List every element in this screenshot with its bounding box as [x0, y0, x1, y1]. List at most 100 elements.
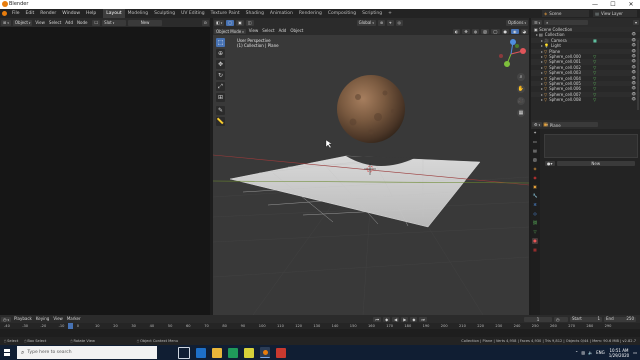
select-extend-icon[interactable]: ▣	[236, 19, 244, 26]
menu-render[interactable]: Render	[37, 9, 59, 18]
file-explorer-icon[interactable]	[212, 347, 222, 358]
material-slot-list[interactable]	[544, 134, 638, 158]
select-subtract-icon[interactable]: ◫	[245, 19, 254, 26]
scale-tool-icon[interactable]: ⤢	[216, 82, 225, 91]
visibility-eye-icon[interactable]: 👁	[631, 97, 636, 102]
constraints-tab-icon[interactable]: ⛓	[532, 220, 538, 226]
viewport-editor-type-button[interactable]: ◧	[214, 19, 225, 26]
node-menu-view[interactable]: View	[33, 18, 47, 27]
output-tab-icon[interactable]: ▤	[532, 148, 538, 154]
rotate-tool-icon[interactable]: ↻	[216, 71, 225, 80]
workspace-tab-rendering[interactable]: Rendering	[296, 9, 325, 18]
tool-tab-icon[interactable]: ✦	[532, 130, 538, 136]
windows-start-icon[interactable]	[0, 345, 14, 360]
timeline-editor-type[interactable]: ◷	[1, 316, 12, 322]
object-tab-icon[interactable]: ▣	[532, 184, 538, 190]
workspace-tab-shading[interactable]: Shading	[243, 9, 267, 18]
measure-tool-icon[interactable]: 📏	[216, 117, 225, 126]
workspace-tab-texture-paint[interactable]: Texture Paint	[208, 9, 243, 18]
outliner-row[interactable]: ▸ ▽ Sphere_cell.008 ▽ 👁	[531, 97, 640, 102]
proportional-edit-icon[interactable]: ◎	[395, 19, 404, 26]
render-tab-icon[interactable]: ▭	[532, 139, 538, 145]
notifications-icon[interactable]: ▭	[633, 350, 637, 355]
shader-editor-area[interactable]	[0, 27, 210, 315]
pan-hand-icon[interactable]: ✋	[517, 85, 525, 93]
outliner-search-input[interactable]: ⌕	[544, 20, 589, 25]
sticky-notes-icon[interactable]	[244, 347, 254, 358]
new-material-props-button[interactable]: New	[556, 160, 635, 166]
editor-type-button[interactable]: ⊞	[1, 19, 11, 26]
current-frame-field[interactable]: 1	[524, 316, 552, 322]
timeline-menu-view[interactable]: View	[51, 315, 65, 323]
timeline-menu-marker[interactable]: Marker	[65, 315, 83, 323]
clock[interactable]: 10:51 AM 1/29/2020	[609, 348, 630, 358]
menu-edit[interactable]: Edit	[23, 9, 38, 18]
use-nodes-checkbox[interactable]: ☐	[92, 19, 101, 26]
workspace-tab-modeling[interactable]: Modeling	[125, 9, 151, 18]
close-window-button[interactable]: ✕	[622, 0, 640, 9]
texture-tab-icon[interactable]: ▦	[532, 247, 538, 253]
outliner-editor-type[interactable]: ☰	[532, 20, 543, 25]
zoom-icon[interactable]: ⌕	[517, 73, 525, 81]
workspace-tab-compositing[interactable]: Compositing	[325, 9, 359, 18]
taskbar-search-box[interactable]: ⌕ Type here to search	[17, 346, 157, 359]
workspace-tab-animation[interactable]: Animation	[267, 9, 296, 18]
tray-chevron-icon[interactable]: ⌃	[575, 350, 578, 355]
powerpoint-icon[interactable]	[276, 347, 286, 358]
menu-file[interactable]: File	[9, 9, 23, 18]
menu-help[interactable]: Help	[83, 9, 99, 18]
prev-keyframe-icon[interactable]: ◆	[383, 316, 391, 322]
expand-arrow-icon[interactable]: ▸	[541, 97, 543, 102]
timeline-tracks[interactable]	[0, 329, 640, 337]
jump-start-icon[interactable]: ⏮	[373, 316, 382, 322]
view-layer-selector[interactable]: ▤ View Layer	[593, 10, 637, 17]
navigation-gizmo[interactable]	[496, 39, 526, 69]
pivot-icon[interactable]: ⊛	[377, 19, 386, 26]
snap-icon[interactable]: ⌖	[387, 19, 394, 26]
language-icon[interactable]: ENG	[596, 350, 605, 355]
node-menu-select[interactable]: Select	[47, 18, 63, 27]
browse-material-icon[interactable]: ●▾	[545, 160, 555, 166]
add-workspace-button[interactable]: +	[385, 9, 395, 18]
filter-icon[interactable]: ▾	[632, 20, 639, 25]
workspace-tab-sculpting[interactable]: Sculpting	[151, 9, 178, 18]
preview-range-icon[interactable]: ◷	[554, 316, 568, 322]
3d-viewport[interactable]: Object Mode ViewSelectAddObject ◐ ✥ ◍ ▧ …	[213, 27, 529, 315]
outliner-scrollbar[interactable]	[637, 40, 639, 110]
network-icon[interactable]: ▥	[581, 350, 585, 355]
timeline-menu-keying[interactable]: Keying	[34, 315, 51, 323]
next-keyframe-icon[interactable]: ◆	[410, 316, 418, 322]
excel-icon[interactable]	[228, 347, 238, 358]
jump-end-icon[interactable]: ⏭	[419, 316, 427, 322]
end-frame-field[interactable]: End 250	[604, 316, 636, 322]
select-mode-icon[interactable]: ▢	[226, 19, 235, 26]
camera-view-icon[interactable]: 🎥	[517, 97, 525, 105]
properties-editor-type[interactable]: ⚙	[532, 122, 543, 127]
data-tab-icon[interactable]: ▽	[532, 229, 538, 235]
blender-taskbar-icon[interactable]	[260, 347, 270, 358]
maximize-button[interactable]: ☐	[604, 0, 622, 9]
annotate-tool-icon[interactable]: ✎	[216, 106, 225, 115]
node-menu-add[interactable]: Add	[63, 18, 75, 27]
scene-tab-icon[interactable]: ◈	[532, 166, 538, 172]
play-reverse-icon[interactable]: ◀	[392, 316, 400, 322]
volume-icon[interactable]: 🔈	[588, 350, 593, 355]
slot-dropdown[interactable]: Slot	[102, 19, 127, 26]
workspace-tab-scripting[interactable]: Scripting	[359, 9, 385, 18]
workspace-tab-uv-editing[interactable]: UV Editing	[178, 9, 207, 18]
scene-selector[interactable]: ◈ Scene	[542, 10, 590, 17]
pin-icon[interactable]: ⊙	[201, 19, 209, 26]
transform-tool-icon[interactable]: ⊞	[216, 93, 225, 102]
play-icon[interactable]: ▶	[401, 316, 409, 322]
node-menu-node[interactable]: Node	[75, 18, 89, 27]
plane-mesh[interactable]	[229, 155, 481, 228]
view-layer-tab-icon[interactable]: ▧	[532, 157, 538, 163]
task-view-icon[interactable]	[178, 346, 190, 359]
blender-menu-icon[interactable]	[0, 9, 9, 18]
edge-browser-icon[interactable]	[196, 347, 206, 358]
world-tab-icon[interactable]: ◉	[532, 175, 538, 181]
new-material-button[interactable]: New	[128, 19, 163, 26]
physics-tab-icon[interactable]: ◎	[532, 211, 538, 217]
menu-window[interactable]: Window	[59, 9, 83, 18]
timeline-menu-playback[interactable]: Playback	[12, 315, 34, 323]
